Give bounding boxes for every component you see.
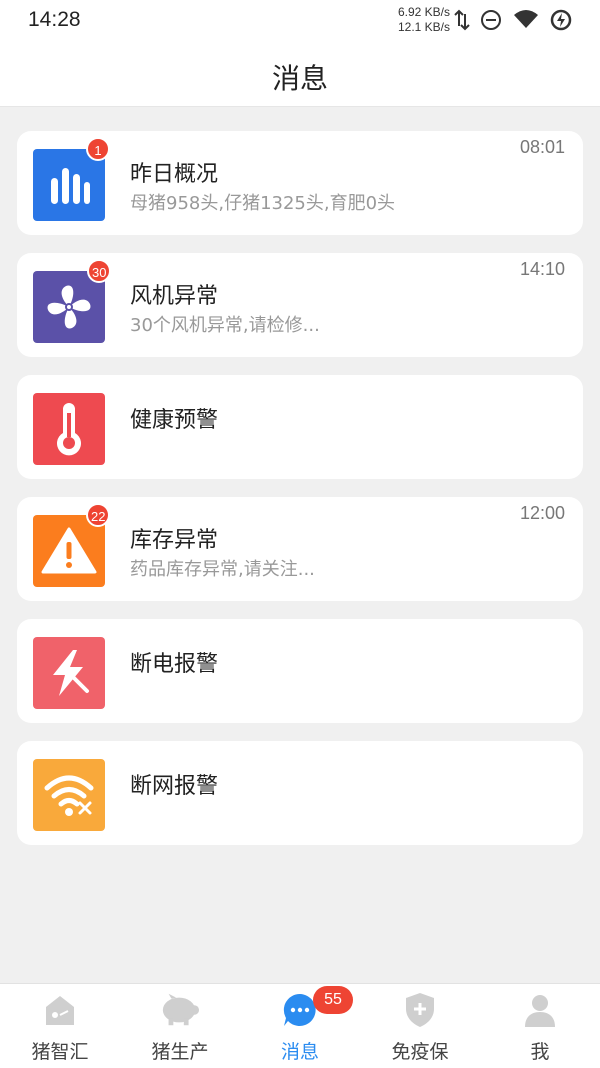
message-subtitle: 30个风机异常,请检修... [130, 315, 320, 336]
message-card-daily-overview[interactable]: 1 昨日概况 母猪958头,仔猪1325头,育肥0头 08:01 [17, 131, 583, 235]
tab-unread-badge: 55 [313, 986, 353, 1014]
thermometer-icon [33, 393, 105, 465]
do-not-disturb-icon [480, 9, 502, 35]
home-icon [40, 992, 80, 1028]
header: 消息 [0, 44, 600, 107]
message-title: 昨日概况 [130, 162, 219, 187]
message-card-inventory-abnormal[interactable]: 22 库存异常 药品库存异常,请关注... 12:00 [17, 497, 583, 601]
unread-badge: 30 [87, 259, 112, 283]
message-card-power-outage[interactable]: 断电报警 [17, 619, 583, 723]
wifi-icon [513, 9, 539, 33]
speed-down: 12.1 KB/s [397, 20, 450, 34]
tab-label: 猪生产 [151, 1041, 209, 1063]
message-card-network-outage[interactable]: 断网报警 [17, 741, 583, 845]
message-title: 断网报警 [130, 774, 219, 799]
tab-label: 猪智汇 [31, 1041, 89, 1063]
status-time: 14:28 [28, 8, 81, 31]
tab-messages[interactable]: 55 消息 [240, 984, 360, 1068]
message-subtitle: 药品库存异常,请关注... [130, 559, 315, 580]
message-subtitle: 母猪958头,仔猪1325头,育肥0头 [130, 193, 396, 214]
power-off-icon [33, 637, 105, 709]
tab-me[interactable]: 我 [480, 984, 600, 1068]
data-transfer-icon [454, 8, 470, 36]
tab-label: 免疫保 [391, 1041, 449, 1063]
tab-label: 我 [530, 1041, 550, 1063]
tab-pig-production[interactable]: 猪生产 [120, 984, 240, 1068]
bottom-tab-bar: 猪智汇 猪生产 55 消息 免疫保 我 [0, 983, 600, 1068]
user-icon [520, 992, 560, 1028]
battery-charging-icon [550, 9, 572, 35]
message-time: 14:10 [519, 259, 565, 279]
tab-label: 消息 [280, 1041, 319, 1063]
tab-immunity[interactable]: 免疫保 [360, 984, 480, 1068]
tab-pig-wisdom[interactable]: 猪智汇 [0, 984, 120, 1068]
message-title: 库存异常 [130, 528, 219, 553]
message-time: 12:00 [519, 503, 565, 523]
wifi-off-icon [33, 759, 105, 831]
message-title: 健康预警 [130, 408, 219, 433]
status-bar: 14:28 6.92 KB/s 12.1 KB/s [0, 0, 600, 44]
message-title: 断电报警 [130, 652, 219, 677]
message-card-fan-abnormal[interactable]: 30 风机异常 30个风机异常,请检修... 14:10 [17, 253, 583, 357]
speed-up: 6.92 KB/s [397, 5, 450, 19]
message-card-health-alert[interactable]: 健康预警 [17, 375, 583, 479]
page-title: 消息 [271, 62, 328, 95]
unread-badge: 22 [86, 503, 111, 527]
shield-plus-icon [400, 992, 440, 1028]
pig-icon [160, 992, 200, 1028]
message-title: 风机异常 [130, 284, 219, 309]
network-speed: 6.92 KB/s 12.1 KB/s [392, 5, 450, 35]
message-time: 08:01 [519, 137, 565, 157]
unread-badge: 1 [86, 137, 110, 161]
